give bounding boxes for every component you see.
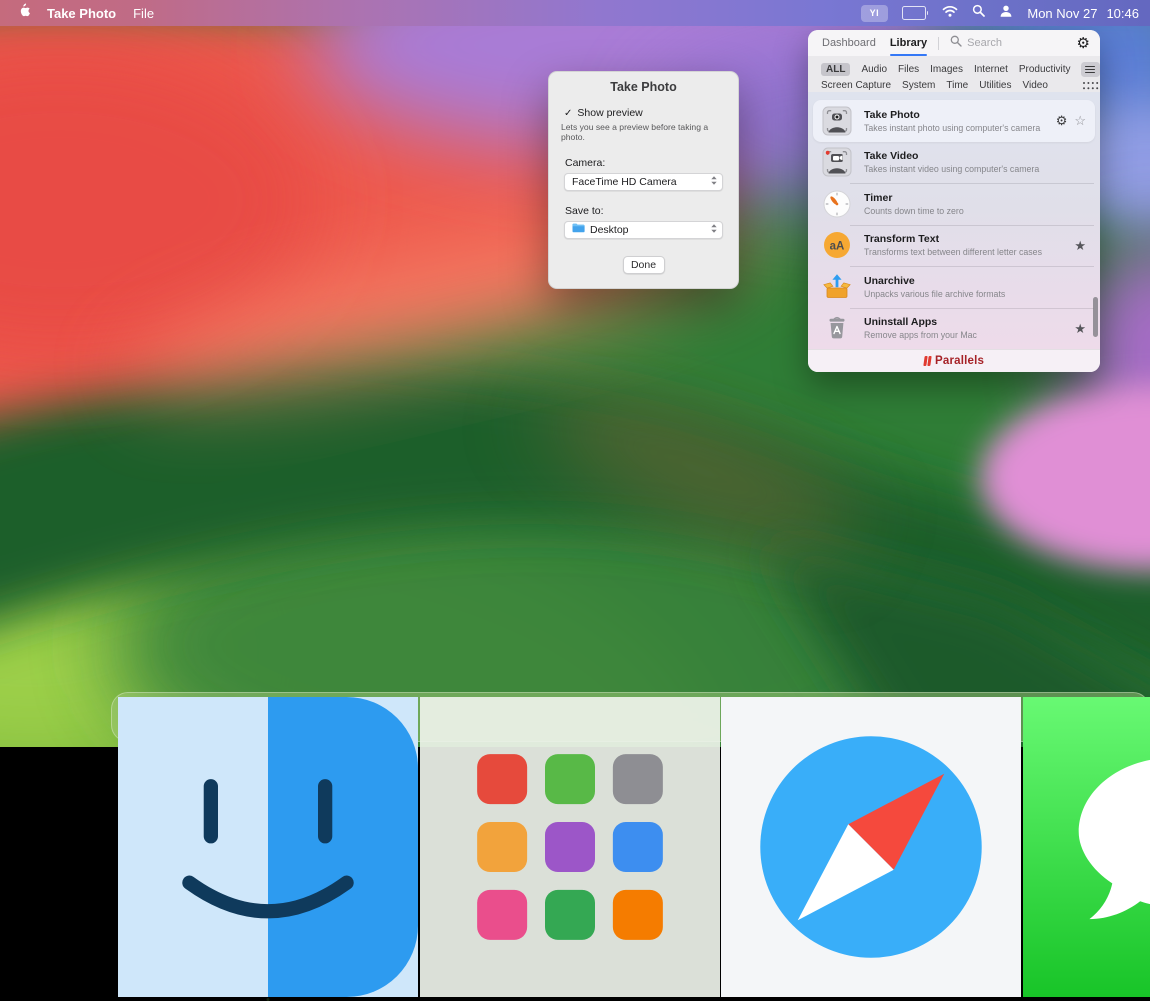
menu-bar-clock[interactable]: Mon Nov 27 10:46 xyxy=(1027,6,1139,21)
filter-system[interactable]: System xyxy=(902,80,935,91)
svg-text:aA: aA xyxy=(830,241,845,253)
filter-internet[interactable]: Internet xyxy=(974,64,1008,75)
filter-images[interactable]: Images xyxy=(930,64,963,75)
show-preview-label: Show preview xyxy=(577,107,642,119)
stepper-icon xyxy=(710,175,718,189)
favorite-star-outline-icon[interactable]: ☆ xyxy=(1074,114,1086,127)
active-app-menu[interactable]: Take Photo xyxy=(47,6,116,21)
apple-menu-icon[interactable] xyxy=(18,3,30,23)
list-view-button[interactable] xyxy=(1081,62,1100,77)
tool-settings-icon[interactable]: ⚙ xyxy=(1056,114,1068,127)
tool-row-take-video[interactable]: Take Video Takes instant video using com… xyxy=(808,142,1100,184)
favorite-star-filled-icon[interactable]: ★ xyxy=(1074,322,1086,335)
filter-audio[interactable]: Audio xyxy=(861,64,887,75)
stepper-icon xyxy=(710,223,718,237)
filter-productivity[interactable]: Productivity xyxy=(1019,64,1071,75)
tool-name: Take Photo xyxy=(864,109,1056,121)
parallels-toolbox-menu-icon[interactable]: YI xyxy=(861,5,888,22)
camera-select[interactable]: FaceTime HD Camera xyxy=(564,173,723,191)
file-menu[interactable]: File xyxy=(133,6,154,21)
save-to-select[interactable]: Desktop xyxy=(564,221,723,239)
dock-finder[interactable] xyxy=(118,697,418,997)
panel-footer: Parallels xyxy=(808,349,1100,372)
tool-description: Transforms text between different letter… xyxy=(864,247,1074,257)
show-preview-checkbox[interactable]: ✓ Show preview xyxy=(564,107,738,119)
transform-text-tool-icon: aA xyxy=(822,230,852,260)
take-photo-dialog: Take Photo ✓ Show preview Lets you see a… xyxy=(548,71,739,289)
tool-name: Timer xyxy=(864,192,1086,204)
search-icon xyxy=(950,34,962,52)
search-input[interactable]: Search xyxy=(950,34,1076,52)
dock-safari[interactable] xyxy=(721,697,1021,997)
tool-list: Take Photo Takes instant photo using com… xyxy=(808,92,1100,350)
tool-row-transform-text[interactable]: aA Transform Text Transforms text betwee… xyxy=(808,225,1100,267)
panel-scrollbar[interactable] xyxy=(1093,297,1098,337)
save-to-label: Save to: xyxy=(565,205,738,217)
dialog-title: Take Photo xyxy=(549,80,738,94)
filter-screen-capture[interactable]: Screen Capture xyxy=(821,80,891,91)
tab-library[interactable]: Library xyxy=(890,31,927,56)
folder-icon xyxy=(572,223,585,236)
tool-description: Unpacks various file archive formats xyxy=(864,289,1086,299)
tool-row-uninstall-apps[interactable]: Uninstall Apps Remove apps from your Mac… xyxy=(808,308,1100,350)
filter-files[interactable]: Files xyxy=(898,64,919,75)
grid-view-button[interactable] xyxy=(1081,78,1100,93)
filter-video[interactable]: Video xyxy=(1022,80,1047,91)
tool-name: Uninstall Apps xyxy=(864,316,1074,328)
take-video-tool-icon xyxy=(822,147,852,177)
clock-date: Mon Nov 27 xyxy=(1027,6,1097,21)
tool-description: Takes instant video using computer's cam… xyxy=(864,164,1086,174)
show-preview-description: Lets you see a preview before taking a p… xyxy=(561,122,726,143)
panel-header: Dashboard Library Search ⚙ xyxy=(808,30,1100,56)
tool-row-unarchive[interactable]: Unarchive Unpacks various file archive f… xyxy=(808,266,1100,308)
parallels-logo-icon xyxy=(924,356,931,366)
tool-name: Take Video xyxy=(864,150,1086,162)
done-button[interactable]: Done xyxy=(623,256,665,274)
clock-time: 10:46 xyxy=(1106,6,1139,21)
filter-utilities[interactable]: Utilities xyxy=(979,80,1011,91)
parallels-logo-text: Parallels xyxy=(935,355,984,367)
tool-description: Counts down time to zero xyxy=(864,206,1086,216)
camera-select-value: FaceTime HD Camera xyxy=(572,176,705,188)
camera-label: Camera: xyxy=(565,157,738,169)
spotlight-search-icon[interactable] xyxy=(972,4,985,22)
gear-icon[interactable]: ⚙ xyxy=(1077,36,1090,51)
tool-name: Transform Text xyxy=(864,233,1074,245)
tool-row-take-photo[interactable]: Take Photo Takes instant photo using com… xyxy=(813,100,1095,142)
control-center-icon[interactable] xyxy=(999,4,1013,23)
tool-description: Remove apps from your Mac xyxy=(864,330,1074,340)
search-placeholder: Search xyxy=(967,37,1002,49)
wifi-icon[interactable] xyxy=(942,4,958,22)
tool-row-timer[interactable]: Timer Counts down time to zero xyxy=(808,183,1100,225)
take-photo-tool-icon xyxy=(822,106,852,136)
favorite-star-filled-icon[interactable]: ★ xyxy=(1074,239,1086,252)
menu-bar: Take Photo File YI Mon Nov 27 10:46 xyxy=(0,0,1150,26)
checkmark-icon: ✓ xyxy=(564,108,572,119)
dock-messages[interactable] xyxy=(1023,697,1150,997)
filter-all[interactable]: ALL xyxy=(821,63,850,76)
filter-time[interactable]: Time xyxy=(946,80,968,91)
tab-dashboard[interactable]: Dashboard xyxy=(822,31,876,56)
timer-tool-icon xyxy=(822,189,852,219)
tool-description: Takes instant photo using computer's cam… xyxy=(864,123,1056,133)
battery-icon[interactable] xyxy=(902,6,929,20)
header-divider xyxy=(938,37,939,50)
dock: NOV 27 tv ♪ ⚙ xyxy=(111,692,1150,742)
save-to-select-value: Desktop xyxy=(590,224,705,236)
tool-name: Unarchive xyxy=(864,275,1086,287)
uninstall-apps-tool-icon xyxy=(822,313,852,343)
dock-launchpad[interactable] xyxy=(420,697,720,997)
unarchive-tool-icon xyxy=(822,272,852,302)
parallels-toolbox-panel: Dashboard Library Search ⚙ ALL Audio Fil… xyxy=(808,30,1100,372)
